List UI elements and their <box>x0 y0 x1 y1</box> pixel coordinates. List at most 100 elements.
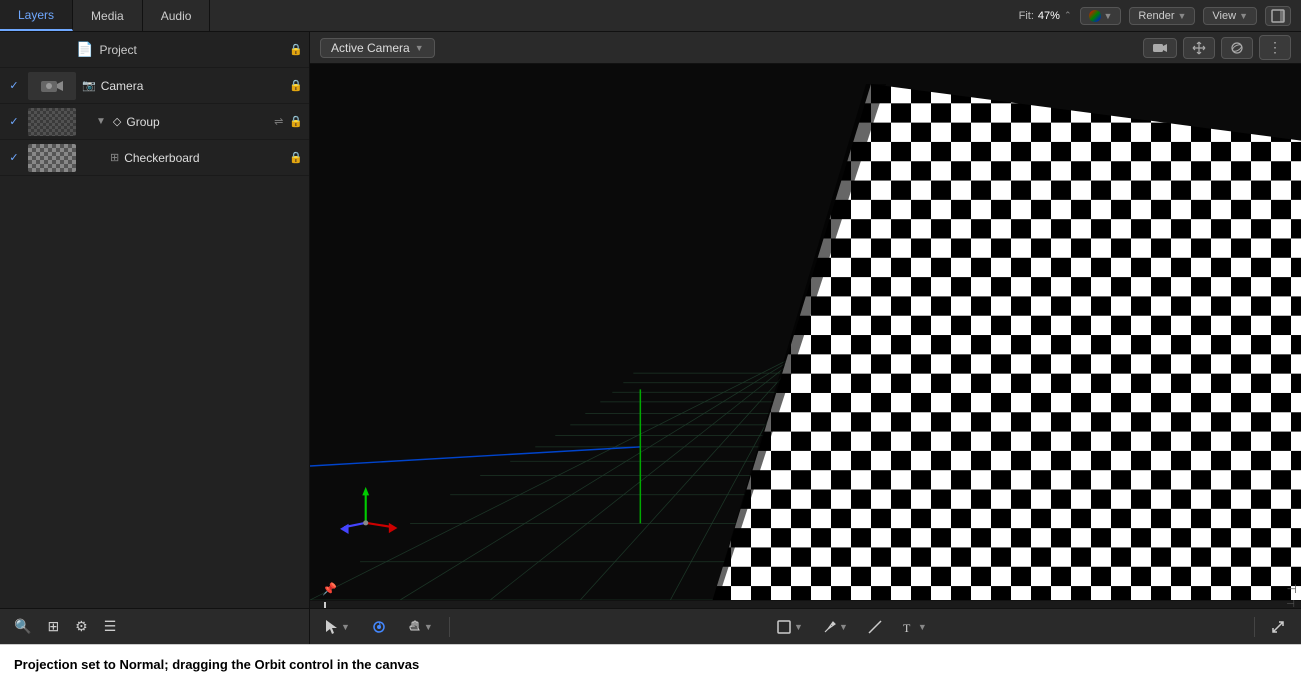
layer-item-checkerboard[interactable]: ✓ ⊞ Checkerboard 🔒 <box>0 140 309 176</box>
tab-group: Layers Media Audio <box>0 0 210 31</box>
view-btn[interactable]: View ▼ <box>1203 7 1257 25</box>
fit-chevron-icon[interactable]: ⌃ <box>1064 10 1072 21</box>
shape-chevron-icon: ▼ <box>794 622 803 632</box>
film-needle <box>324 602 326 608</box>
camera-dropdown[interactable]: Active Camera ▼ <box>320 38 435 58</box>
pin-icon: 📌 <box>322 582 337 596</box>
line-icon <box>868 620 882 634</box>
color-picker-btn[interactable]: ▼ <box>1080 7 1122 25</box>
top-bar-right: Fit: 47% ⌃ ▼ Render ▼ View ▼ <box>1019 6 1301 26</box>
layer-item-camera[interactable]: ✓ 📷 Camera 🔒 <box>0 68 309 104</box>
svg-text:T: T <box>903 621 911 634</box>
orbit-tool-btn[interactable] <box>366 616 392 638</box>
layer-item-project[interactable]: 📄 Project 🔒 <box>0 32 309 68</box>
sidebar-bottom-toolbar: 🔍 ⊞ ⚙ ☰ <box>0 608 309 644</box>
scene-3d: 📌 ⊣ <box>310 64 1301 600</box>
checkbox-camera[interactable]: ✓ <box>6 78 22 94</box>
camera-info: 📷 Camera <box>82 79 289 93</box>
separator-2 <box>1254 617 1255 637</box>
tab-layers[interactable]: Layers <box>0 0 73 31</box>
hand-icon <box>408 620 421 634</box>
camera-mode-btn[interactable] <box>1143 38 1177 58</box>
lock-icon-project: 🔒 <box>289 43 303 56</box>
hand-chevron-icon: ▼ <box>424 622 433 632</box>
expand-icon <box>1271 620 1285 634</box>
tab-media[interactable]: Media <box>73 0 143 31</box>
thumb-group <box>28 108 76 136</box>
canvas-toolbar: Active Camera ▼ <box>310 32 1301 64</box>
file-icon: 📄 <box>76 41 93 58</box>
add-layer-btn[interactable]: 🔍 <box>10 614 35 639</box>
pen-icon <box>823 620 836 634</box>
viewport[interactable]: 📌 ⊣ <box>310 64 1301 600</box>
checker-plane <box>711 84 1301 600</box>
overflow-icon: ⋮ <box>1268 39 1282 56</box>
overflow-btn[interactable]: ⋮ <box>1259 35 1291 60</box>
camera-thumb-icon <box>40 77 64 95</box>
filmstrip: ⊣ <box>310 600 1301 608</box>
color-chevron-icon: ▼ <box>1104 11 1113 21</box>
layers-panel-btn[interactable]: ☰ <box>100 614 121 639</box>
pen-tool-btn[interactable]: ▼ <box>817 616 854 638</box>
lock-icon-camera: 🔒 <box>289 79 303 92</box>
move-icon <box>1192 41 1206 55</box>
separator-1 <box>449 617 450 637</box>
move-mode-btn[interactable] <box>1183 37 1215 59</box>
shuffle-icon: ⇌ <box>274 115 283 128</box>
top-bar: Layers Media Audio Fit: 47% ⌃ ▼ Render ▼… <box>0 0 1301 32</box>
checkerboard-icon: ⊞ <box>110 151 119 164</box>
axes-widget <box>340 480 400 540</box>
fit-value[interactable]: 47% <box>1038 10 1060 22</box>
select-chevron-icon: ▼ <box>341 622 350 632</box>
lock-icon-checker: 🔒 <box>289 151 303 164</box>
view-chevron-icon: ▼ <box>1239 11 1248 21</box>
arrow-icon <box>326 620 338 634</box>
grid-view-btn[interactable]: ⊞ <box>43 614 63 639</box>
orbit-tool-icon <box>372 620 386 634</box>
canvas-area: Active Camera ▼ <box>310 32 1301 644</box>
expand-icon[interactable]: ▼ <box>96 116 106 127</box>
sidebar: 📄 Project 🔒 ✓ 📷 Camera 🔒 <box>0 32 310 644</box>
render-chevron-icon: ▼ <box>1178 11 1187 21</box>
checkerboard-actions: 🔒 <box>289 151 303 164</box>
center-tools: ▼ ▼ T ▼ <box>771 616 933 638</box>
orbit-icon <box>1230 41 1244 55</box>
group-icon: ◇ <box>113 115 121 128</box>
camera-actions: 🔒 <box>289 79 303 92</box>
pen-chevron-icon: ▼ <box>839 622 848 632</box>
tab-audio[interactable]: Audio <box>143 0 211 31</box>
lock-icon-group: 🔒 <box>289 115 303 128</box>
layer-item-group[interactable]: ✓ ▼ ◇ Group ⇌ 🔒 <box>0 104 309 140</box>
window-icon <box>1271 9 1285 23</box>
window-btn[interactable] <box>1265 6 1291 26</box>
main-content: 📄 Project 🔒 ✓ 📷 Camera 🔒 <box>0 32 1301 644</box>
caption-bar: Projection set to Normal; dragging the O… <box>0 644 1301 684</box>
shape-tool-btn[interactable]: ▼ <box>771 616 809 638</box>
text-chevron-icon: ▼ <box>918 622 927 632</box>
checkbox-checkerboard[interactable]: ✓ <box>6 150 22 166</box>
line-tool-btn[interactable] <box>862 616 888 638</box>
checkbox-group[interactable]: ✓ <box>6 114 22 130</box>
shape-icon <box>777 620 791 634</box>
color-wheel-icon <box>1089 10 1101 22</box>
settings-btn[interactable]: ⚙ <box>71 614 92 639</box>
camera-view-icon <box>1152 42 1168 54</box>
right-tools <box>1265 616 1291 638</box>
thumb-camera <box>28 72 76 100</box>
thumb-checkerboard <box>28 144 76 172</box>
expand-btn[interactable] <box>1265 616 1291 638</box>
hand-tool-btn[interactable]: ▼ <box>402 616 439 638</box>
checkerboard-info: ⊞ Checkerboard <box>110 151 289 165</box>
checker-svg <box>711 84 1301 600</box>
camera-icon: 📷 <box>82 79 96 92</box>
group-actions: ⇌ 🔒 <box>274 115 303 128</box>
group-info: ▼ ◇ Group <box>96 115 274 129</box>
select-tool-btn[interactable]: ▼ <box>320 616 356 638</box>
camera-dropdown-chevron: ▼ <box>415 43 424 53</box>
caption-text: Projection set to Normal; dragging the O… <box>14 657 419 672</box>
render-btn[interactable]: Render ▼ <box>1129 7 1195 25</box>
text-tool-btn[interactable]: T ▼ <box>896 616 933 638</box>
text-icon: T <box>902 620 915 634</box>
orbit-mode-btn[interactable] <box>1221 37 1253 59</box>
canvas-toolbar-right: ⋮ <box>1143 35 1291 60</box>
